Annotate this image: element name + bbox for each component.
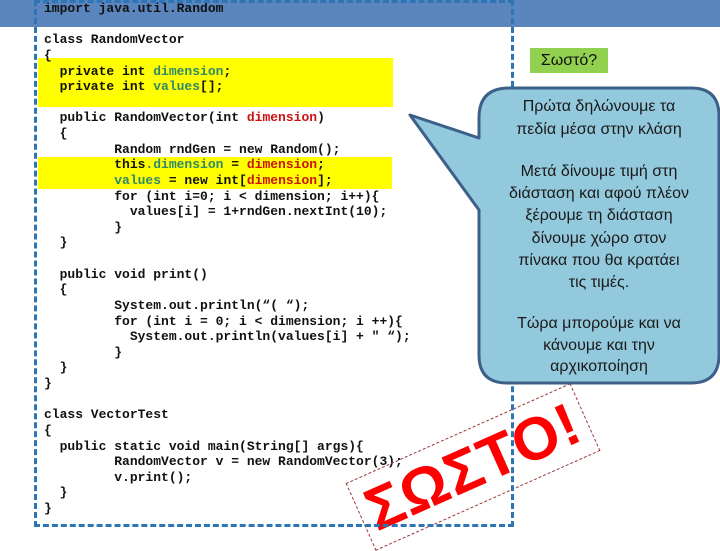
code-line: values[i] = 1+rndGen.nextInt(10);	[44, 204, 411, 220]
code-token: RandomVector v = new RandomVector(3);	[44, 454, 403, 470]
code-line: values = new int[dimension];	[44, 173, 411, 189]
code-listing: import java.util.Random class RandomVecto…	[44, 1, 411, 517]
code-token: for (int i=0; i < dimension; i++){	[44, 188, 380, 204]
code-token-field: values	[153, 79, 201, 95]
code-line: class VectorTest	[44, 407, 411, 423]
code-token: v.print();	[44, 469, 193, 485]
code-line: {	[44, 282, 411, 298]
code-line: public static void main(String[] args){	[44, 439, 411, 455]
code-token: private int	[44, 63, 154, 79]
code-token-field: values	[114, 172, 162, 188]
code-token: import java.util.Random	[44, 1, 224, 16]
code-token: }	[44, 501, 52, 516]
code-token: public RandomVector(int	[44, 110, 247, 126]
question-badge: Σωστό?	[530, 48, 608, 73]
code-token: this	[44, 157, 146, 173]
code-token: }	[44, 235, 68, 251]
code-line: System.out.println(values[i] + " “);	[44, 329, 411, 345]
callout-line: τις τιμές.	[568, 274, 630, 291]
code-token-field: dimension	[153, 63, 224, 79]
callout-line: κάνουμε και την	[543, 337, 655, 354]
code-token: }	[44, 376, 52, 391]
code-line: private int dimension;	[44, 64, 411, 80]
code-token: }	[44, 360, 68, 376]
code-token: values[i] = 1+rndGen.nextInt(10);	[44, 204, 388, 220]
code-token: )	[317, 110, 325, 126]
code-line: this.dimension = dimension;	[44, 157, 411, 173]
code-token: }	[44, 485, 68, 501]
code-line: {	[44, 126, 411, 142]
code-token: ;	[317, 157, 325, 173]
code-token: {	[44, 422, 52, 438]
callout-line: Πρώτα δηλώνουμε τα	[522, 98, 676, 115]
code-token: [];	[200, 79, 224, 95]
code-line: }	[44, 360, 411, 376]
code-token: public static void main(String[] args){	[44, 438, 364, 454]
code-token: class RandomVector	[44, 32, 185, 48]
callout-line: πίνακα που θα κρατάει	[518, 252, 680, 269]
code-token: Random rndGen = new Random();	[44, 141, 341, 157]
code-token: ;	[223, 63, 232, 79]
code-token: }	[44, 344, 123, 360]
code-token: public void print()	[44, 266, 208, 282]
code-token-field: .dimension	[145, 157, 224, 173]
callout-line: Μετά δίνουμε τιμή στη	[520, 163, 678, 180]
code-line: public void print()	[44, 267, 411, 283]
code-token: System.out.println(“( “);	[44, 297, 310, 313]
code-line: System.out.println(“( “);	[44, 298, 411, 314]
code-token: {	[44, 126, 68, 141]
code-line: }	[44, 345, 411, 361]
callout-line: αρχικοποίηση	[550, 358, 648, 375]
code-token: private int	[44, 79, 154, 95]
code-line: }	[44, 220, 411, 236]
code-line: class RandomVector	[44, 32, 411, 48]
code-token: = new int[	[161, 172, 247, 188]
callout-line: πεδία μέσα στην κλάση	[516, 121, 682, 138]
callout-line: ξέρουμε τη διάσταση	[525, 207, 673, 224]
code-token: System.out.println(values[i] + " “);	[44, 329, 411, 345]
code-line: for (int i=0; i < dimension; i++){	[44, 189, 411, 205]
code-token: for (int i = 0; i < dimension; i ++){	[44, 313, 403, 329]
code-token-param: dimension	[246, 157, 318, 173]
code-token-param: dimension	[246, 172, 318, 188]
code-token-param: dimension	[246, 110, 318, 126]
code-line: for (int i = 0; i < dimension; i ++){	[44, 314, 411, 330]
code-line: public RandomVector(int dimension)	[44, 110, 411, 126]
code-token: =	[223, 157, 247, 173]
callout-line: Τώρα μπορούμε και να	[517, 315, 681, 332]
code-token: {	[44, 47, 52, 63]
code-line: {	[44, 48, 411, 64]
code-token: {	[44, 282, 68, 298]
badge-label: Σωστό?	[540, 51, 598, 69]
callout-line: δίνουμε χώρο στον	[531, 230, 667, 247]
code-line: }	[44, 376, 411, 392]
code-line: private int values[];	[44, 79, 411, 95]
code-line: Random rndGen = new Random();	[44, 142, 411, 158]
code-token: ];	[317, 172, 333, 188]
code-token: class VectorTest	[44, 407, 169, 423]
code-line: }	[44, 235, 411, 251]
code-line: {	[44, 423, 411, 439]
code-line: RandomVector v = new RandomVector(3);	[44, 454, 411, 470]
callout-line: διάσταση και αφού πλέον	[509, 185, 689, 202]
code-token: }	[44, 219, 123, 235]
code-line: import java.util.Random	[44, 1, 411, 17]
